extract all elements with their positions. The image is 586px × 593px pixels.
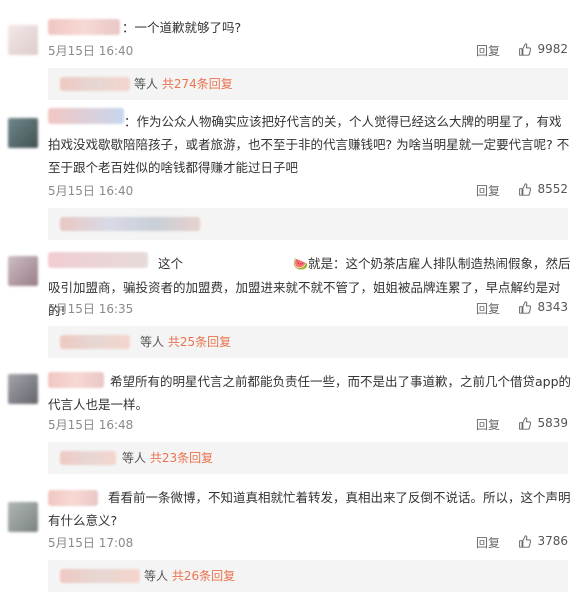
reply-prefix: 等人 xyxy=(140,335,165,349)
thumbs-up-icon xyxy=(519,534,532,548)
reply-count-link[interactable]: 共25条回复 xyxy=(168,335,231,349)
like-button[interactable]: 9982 xyxy=(518,42,568,56)
comment-meta: 5月15日 16:40 回复 9982 xyxy=(48,42,572,62)
comment-meta: 5月15日 16:40 回复 8552 xyxy=(48,182,572,202)
like-count: 8343 xyxy=(537,300,568,314)
reply-button[interactable]: 回复 xyxy=(476,42,500,59)
reply-preview-blurred xyxy=(60,217,200,231)
replier-names-blurred xyxy=(60,569,140,583)
reply-button[interactable]: 回复 xyxy=(476,182,500,199)
reply-count-link[interactable]: 共23条回复 xyxy=(150,451,213,465)
comment-meta: 5月15日 16:35 回复 8343 xyxy=(48,300,572,320)
thumbs-up-icon xyxy=(519,182,532,196)
avatar[interactable] xyxy=(8,502,38,532)
reply-count-link[interactable]: 共26条回复 xyxy=(172,569,235,583)
replier-names-blurred xyxy=(60,77,130,91)
like-button[interactable]: 8552 xyxy=(518,182,568,196)
reply-summary[interactable]: 等人 共274条回复 xyxy=(48,68,568,100)
like-button[interactable]: 8343 xyxy=(518,300,568,314)
reply-button[interactable]: 回复 xyxy=(476,300,500,317)
reply-summary[interactable]: 等人 共23条回复 xyxy=(48,442,568,474)
avatar[interactable] xyxy=(8,118,38,148)
replier-names-blurred xyxy=(60,335,130,349)
like-button[interactable]: 3786 xyxy=(518,534,568,548)
reply-summary[interactable]: 等人 共26条回复 xyxy=(48,560,568,592)
username-blurred[interactable] xyxy=(48,19,120,35)
comment-text: 看看前一条微博，不知道真相就忙着转发，真相出来了反倒不说话。所以，这个声明有什么… xyxy=(48,490,571,528)
like-button[interactable]: 5839 xyxy=(518,416,568,430)
watermelon-icon: 🍉 xyxy=(293,257,308,271)
comment-time: 5月15日 16:40 xyxy=(48,44,134,58)
reply-prefix: 等人 xyxy=(122,451,147,465)
reply-prefix: 等人 xyxy=(144,569,169,583)
reply-count-link[interactable]: 共274条回复 xyxy=(162,77,233,91)
comment-text-prefix: 这个 xyxy=(158,256,184,271)
like-count: 3786 xyxy=(537,534,568,548)
avatar[interactable] xyxy=(8,256,38,286)
avatar[interactable] xyxy=(8,25,38,55)
comment-time: 5月15日 16:40 xyxy=(48,184,134,198)
reply-summary-text: 等人 共274条回复 xyxy=(134,68,233,100)
reply-summary-text: 等人 共26条回复 xyxy=(144,560,235,592)
thumbs-up-icon xyxy=(519,42,532,56)
reply-summary[interactable]: 等人 共25条回复 xyxy=(48,326,568,358)
comment-time: 5月15日 17:08 xyxy=(48,536,134,550)
like-count: 8552 xyxy=(537,182,568,196)
reply-button[interactable]: 回复 xyxy=(476,534,500,551)
comment-meta: 5月15日 17:08 回复 3786 xyxy=(48,534,572,554)
comment-time: 5月15日 16:48 xyxy=(48,418,134,432)
reply-prefix: 等人 xyxy=(134,77,159,91)
comment-text: 希望所有的明星代言之前都能负责任一些，而不是出了事道歉，之前几个借贷app的代言… xyxy=(48,374,572,412)
comment-text: ：一个道歉就够了吗? xyxy=(122,20,242,35)
reply-summary-text: 等人 共25条回复 xyxy=(140,326,231,358)
avatar[interactable] xyxy=(8,374,38,404)
reply-summary-text: 等人 共23条回复 xyxy=(122,442,213,474)
reply-summary[interactable] xyxy=(48,208,568,240)
replier-names-blurred xyxy=(60,451,116,465)
reply-button[interactable]: 回复 xyxy=(476,416,500,433)
comment-meta: 5月15日 16:48 回复 5839 xyxy=(48,416,572,436)
like-count: 9982 xyxy=(537,42,568,56)
thumbs-up-icon xyxy=(519,416,532,430)
comment-text: ：作为公众人物确实应该把好代言的关，个人觉得已经这么大牌的明星了，有戏拍戏没戏歇… xyxy=(48,114,570,175)
like-count: 5839 xyxy=(537,416,568,430)
comment-time: 5月15日 16:35 xyxy=(48,302,134,316)
thumbs-up-icon xyxy=(519,300,532,314)
